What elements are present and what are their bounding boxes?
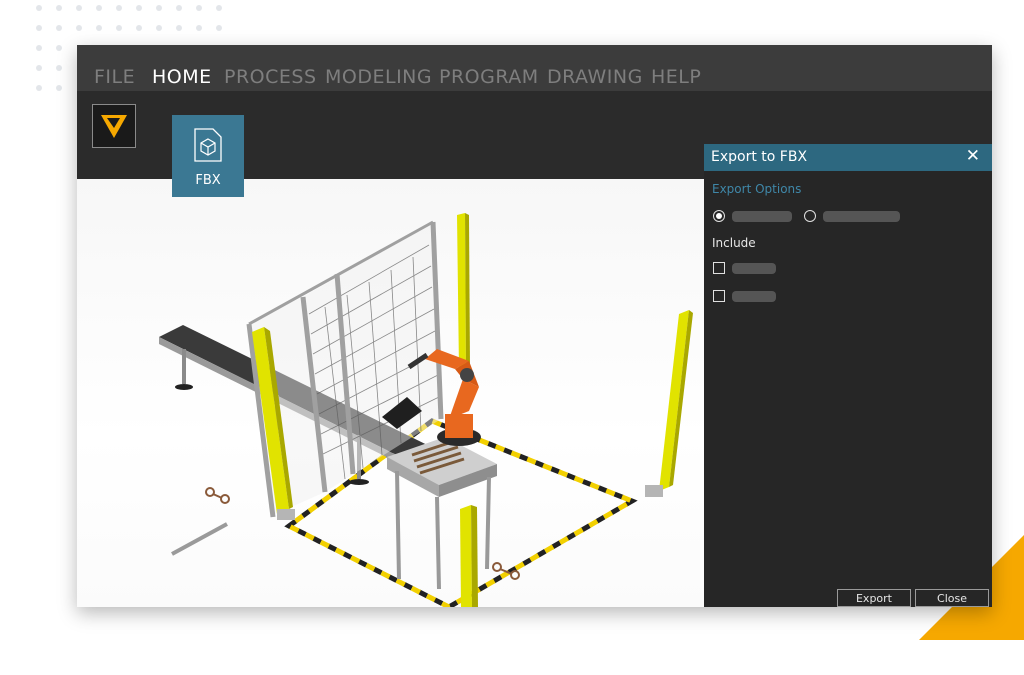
decorative-dot [96,5,102,11]
decorative-dot [56,85,62,91]
decorative-dot [56,45,62,51]
decorative-dot [56,65,62,71]
decorative-dot [116,5,122,11]
decorative-dot [56,25,62,31]
decorative-dot [36,45,42,51]
decorative-dot [136,25,142,31]
export-option-2-placeholder [823,211,900,222]
decorative-dot [96,25,102,31]
decorative-dot [116,25,122,31]
decorative-dot [36,65,42,71]
include-option-2-placeholder [732,291,776,302]
menu-help[interactable]: HELP [651,66,701,88]
decorative-dot [216,5,222,11]
cube-icon [194,128,222,162]
app-window: FILE HOME PROCESS MODELING PROGRAM DRAWI… [77,45,992,607]
robot-cell-scene [159,213,693,607]
decorative-dot [196,25,202,31]
close-icon[interactable]: ✕ [966,146,980,166]
include-checkbox-2[interactable] [713,290,725,302]
app-logo-icon [92,104,136,148]
decorative-dot [76,5,82,11]
fbx-export-button[interactable]: FBX [172,115,244,197]
decorative-dot [176,25,182,31]
decorative-dot [156,5,162,11]
menu-modeling[interactable]: MODELING [325,66,432,88]
decorative-dot [176,5,182,11]
export-option-radio-2[interactable] [804,210,816,222]
export-button[interactable]: Export [837,589,911,607]
menu-bar: FILE HOME PROCESS MODELING PROGRAM DRAWI… [77,45,992,91]
menu-drawing[interactable]: DRAWING [547,66,643,88]
decorative-dot [36,85,42,91]
decorative-dot [156,25,162,31]
decorative-dot [56,5,62,11]
export-fbx-panel: Export to FBX ✕ Export Options Include E… [704,144,992,607]
decorative-dot [136,5,142,11]
fixture-table [387,437,497,590]
menu-file[interactable]: FILE [94,66,135,88]
menu-program[interactable]: PROGRAM [439,66,539,88]
export-option-1-placeholder [732,211,792,222]
decorative-dot [76,25,82,31]
panel-title: Export to FBX [711,149,808,165]
export-option-radio-1[interactable] [713,210,725,222]
menu-process[interactable]: PROCESS [224,66,317,88]
decorative-dot [196,5,202,11]
close-button[interactable]: Close [915,589,989,607]
fbx-button-label: FBX [195,173,221,188]
export-options-label: Export Options [712,182,802,196]
decorative-dot [216,25,222,31]
menu-home[interactable]: HOME [152,66,212,88]
include-label: Include [712,236,756,250]
include-checkbox-1[interactable] [713,262,725,274]
3d-viewport[interactable] [77,179,704,607]
include-option-1-placeholder [732,263,776,274]
decorative-dot [36,25,42,31]
panel-header: Export to FBX ✕ [704,144,992,171]
decorative-dot [36,5,42,11]
